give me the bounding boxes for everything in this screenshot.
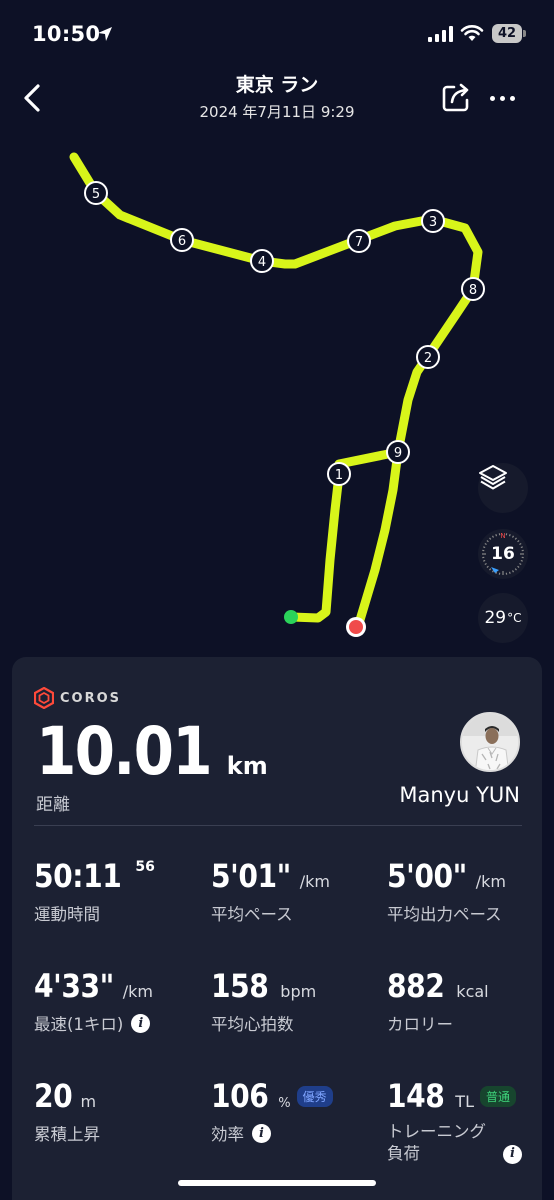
cellular-signal-icon bbox=[428, 26, 453, 42]
distance: 10.01 km bbox=[36, 713, 268, 790]
finish-point bbox=[349, 620, 363, 634]
duration-value: 50:11 bbox=[34, 857, 122, 895]
activity-summary-card: COROS 10.01 km 距離 Manyu YUN 50:11 56 運動時間… bbox=[12, 657, 542, 1200]
stat-training-load: 148 TL 普通 トレーニング 負荷 i bbox=[387, 1077, 522, 1165]
km-marker-1: 1 bbox=[327, 462, 351, 486]
distance-label: 距離 bbox=[36, 795, 70, 815]
elevation-gain-label: 累積上昇 bbox=[34, 1125, 100, 1144]
distance-value: 10.01 bbox=[36, 713, 213, 790]
fastest-km-value: 4'33" bbox=[34, 967, 114, 1005]
km-marker-8: 8 bbox=[461, 277, 485, 301]
start-point bbox=[284, 610, 298, 624]
temperature-value: 29 bbox=[484, 608, 507, 628]
stat-elevation-gain: 20 m 累積上昇 bbox=[34, 1077, 100, 1145]
km-marker-label: 1 bbox=[335, 468, 343, 483]
route-svg: 1 2 3 4 5 6 7 8 9 bbox=[69, 152, 485, 637]
km-marker-label: 7 bbox=[355, 235, 363, 250]
km-marker-label: 2 bbox=[424, 351, 432, 366]
stat-avg-pace: 5'01" /km 平均ペース bbox=[211, 857, 330, 925]
info-icon[interactable]: i bbox=[252, 1123, 271, 1143]
route-line bbox=[69, 152, 483, 633]
km-marker-label: 9 bbox=[394, 446, 402, 461]
more-options-button[interactable] bbox=[490, 90, 522, 106]
km-marker-9: 9 bbox=[386, 440, 410, 464]
stat-calories: 882 kcal カロリー bbox=[387, 967, 489, 1035]
temperature-unit: °C bbox=[507, 611, 522, 625]
divider bbox=[34, 825, 522, 826]
avg-pace-label: 平均ペース bbox=[211, 905, 293, 924]
efficiency-value: 106 bbox=[211, 1077, 269, 1115]
brand-logo: COROS bbox=[34, 687, 121, 709]
elevation-gain-unit: m bbox=[80, 1092, 97, 1111]
elevation-gain-value: 20 bbox=[34, 1077, 73, 1115]
avatar[interactable] bbox=[460, 712, 520, 772]
km-marker-6: 6 bbox=[170, 228, 194, 252]
fastest-km-label: 最速(1キロ) bbox=[34, 1015, 124, 1034]
km-marker-5: 5 bbox=[84, 181, 108, 205]
user-name: Manyu YUN bbox=[399, 783, 520, 807]
efficiency-unit: % bbox=[278, 1096, 291, 1111]
battery-icon: 42 bbox=[492, 24, 526, 43]
distance-unit: km bbox=[226, 752, 268, 780]
avg-power-pace-unit: /km bbox=[475, 872, 507, 891]
duration-seconds-fraction: 56 bbox=[135, 859, 155, 875]
avg-heart-rate-unit: bpm bbox=[280, 982, 317, 1001]
stat-duration: 50:11 56 運動時間 bbox=[34, 857, 155, 925]
map-layers-button[interactable] bbox=[478, 463, 528, 513]
compass-value: 16 bbox=[491, 544, 515, 564]
km-marker-label: 4 bbox=[258, 255, 266, 270]
duration-label: 運動時間 bbox=[34, 905, 100, 924]
status-bar: 10:50 42 bbox=[0, 0, 554, 62]
training-load-label-line2: 負荷 bbox=[387, 1144, 420, 1163]
avg-pace-value: 5'01" bbox=[211, 857, 291, 895]
stat-fastest-km: 4'33" /km 最速(1キロ) i bbox=[34, 967, 153, 1035]
stat-avg-power-pace: 5'00" /km 平均出力ペース bbox=[387, 857, 506, 925]
svg-text:N: N bbox=[500, 532, 505, 540]
user-photo bbox=[462, 714, 518, 770]
training-load-unit: TL bbox=[455, 1092, 474, 1111]
location-arrow-icon bbox=[98, 27, 112, 41]
avg-power-pace-value: 5'00" bbox=[387, 857, 467, 895]
share-icon[interactable] bbox=[440, 82, 472, 114]
training-load-badge: 普通 bbox=[479, 1085, 516, 1107]
km-marker-2: 2 bbox=[416, 345, 440, 369]
layers-icon bbox=[479, 465, 507, 490]
training-load-value: 148 bbox=[387, 1077, 445, 1115]
fastest-km-unit: /km bbox=[122, 982, 154, 1001]
km-marker-7: 7 bbox=[347, 229, 371, 253]
calories-label: カロリー bbox=[387, 1015, 453, 1034]
km-marker-4: 4 bbox=[250, 249, 274, 273]
km-marker-label: 6 bbox=[178, 234, 186, 249]
avg-power-pace-label: 平均出力ペース bbox=[387, 905, 502, 924]
compass-button[interactable]: N 16 bbox=[478, 529, 528, 579]
temperature-button[interactable]: 29 °C bbox=[478, 593, 528, 643]
home-indicator bbox=[178, 1180, 376, 1186]
km-marker-3: 3 bbox=[421, 209, 445, 233]
coros-logo-icon bbox=[34, 687, 54, 709]
wifi-icon bbox=[460, 25, 484, 41]
efficiency-badge: 優秀 bbox=[296, 1085, 333, 1107]
km-marker-label: 5 bbox=[92, 187, 100, 202]
stat-avg-heart-rate: 158 bpm 平均心拍数 bbox=[211, 967, 316, 1035]
km-marker-label: 8 bbox=[469, 283, 477, 298]
route-map[interactable]: 1 2 3 4 5 6 7 8 9 N 16 29 °C bbox=[0, 130, 554, 655]
info-icon[interactable]: i bbox=[503, 1144, 522, 1164]
status-time: 10:50 bbox=[32, 22, 101, 46]
training-load-label-line1: トレーニング bbox=[387, 1122, 486, 1141]
info-icon[interactable]: i bbox=[131, 1013, 151, 1033]
calories-unit: kcal bbox=[456, 982, 489, 1001]
stat-efficiency: 106% 優秀 効率 i bbox=[211, 1077, 333, 1145]
avg-heart-rate-value: 158 bbox=[211, 967, 269, 1005]
brand-name: COROS bbox=[60, 690, 122, 706]
avg-pace-unit: /km bbox=[299, 872, 331, 891]
avg-heart-rate-label: 平均心拍数 bbox=[211, 1015, 294, 1034]
km-marker-label: 3 bbox=[429, 215, 437, 230]
efficiency-label: 効率 bbox=[211, 1125, 244, 1144]
calories-value: 882 bbox=[387, 967, 445, 1005]
